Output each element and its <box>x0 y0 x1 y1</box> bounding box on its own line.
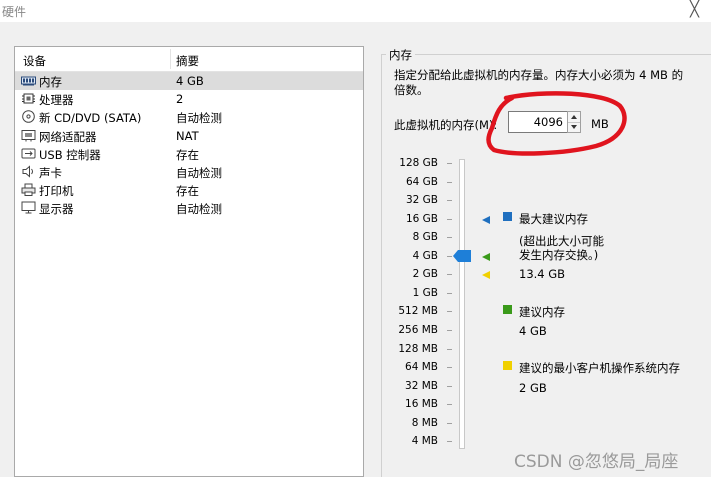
min-guest-value: 2 GB <box>519 381 547 395</box>
recommended-label: 建议内存 <box>519 305 565 319</box>
scale-tick <box>447 163 452 164</box>
scale-label: 512 MB <box>398 305 438 317</box>
scale-tick <box>447 311 452 312</box>
max-recommended-marker-icon <box>482 216 490 224</box>
recommended-swatch <box>503 305 512 314</box>
max-recommended-value: 13.4 GB <box>519 267 566 281</box>
memory-slider-track[interactable] <box>459 159 465 449</box>
scale-tick <box>447 237 452 238</box>
memory-input[interactable] <box>508 111 568 133</box>
spin-buttons <box>567 111 581 133</box>
scale-label: 32 MB <box>405 380 438 392</box>
spin-down-icon[interactable] <box>568 122 580 132</box>
device-name: 内存 <box>39 75 62 89</box>
memory-icon <box>21 76 36 86</box>
scale-label: 16 MB <box>405 398 438 410</box>
device-summary: 存在 <box>176 184 199 199</box>
scale-tick <box>447 367 452 368</box>
device-row-network-adapter[interactable]: 网络适配器 NAT <box>15 127 363 145</box>
scale-tick <box>447 330 452 331</box>
min-guest-marker-icon <box>482 271 490 279</box>
column-header-summary[interactable]: 摘要 <box>176 53 199 69</box>
device-name: 声卡 <box>39 165 62 180</box>
device-name: 打印机 <box>39 184 74 199</box>
scale-label: 128 MB <box>398 343 438 355</box>
printer-icon <box>21 183 36 197</box>
column-header-device[interactable]: 设备 <box>23 53 46 69</box>
scale-tick <box>447 349 452 350</box>
memory-group-title: 内存 <box>386 47 415 63</box>
scale-tick <box>447 182 452 183</box>
scale-label: 64 GB <box>405 176 438 188</box>
device-summary: 自动检测 <box>176 165 222 180</box>
memory-slider-thumb[interactable] <box>453 250 471 262</box>
watermark: CSDN @忽悠局_局座 <box>514 452 679 472</box>
device-list: 设备 摘要 内存 4 GB 处理器 2 新 CD/DVD (SATA) 自动检测 <box>14 46 364 477</box>
device-name: 处理器 <box>39 93 74 108</box>
window-title: 硬件 <box>2 5 27 19</box>
max-recommended-swatch <box>503 212 512 221</box>
cd-dvd-icon <box>22 110 35 124</box>
scale-tick <box>447 404 452 405</box>
scale-tick <box>447 256 452 257</box>
close-icon[interactable]: ╳ <box>690 0 699 18</box>
device-name: 网络适配器 <box>39 129 97 144</box>
max-recommended-note: 发生内存交换。) <box>519 248 599 262</box>
device-summary: NAT <box>176 128 199 143</box>
scale-label: 1 GB <box>412 287 438 299</box>
device-summary: 存在 <box>176 147 199 162</box>
scale-label: 4 GB <box>412 250 438 262</box>
memory-field-label: 此虚拟机的内存(M): <box>394 118 498 132</box>
device-name: 显示器 <box>39 202 74 217</box>
device-list-header: 设备 摘要 <box>15 47 363 72</box>
device-row-processor[interactable]: 处理器 2 <box>15 90 363 108</box>
column-separator[interactable] <box>170 49 171 69</box>
scale-label: 16 GB <box>405 213 438 225</box>
device-summary: 2 <box>176 92 184 107</box>
scale-tick <box>447 200 452 201</box>
min-guest-swatch <box>503 361 512 370</box>
device-row-printer[interactable]: 打印机 存在 <box>15 181 363 199</box>
scale-label: 256 MB <box>398 324 438 336</box>
title-bar: 硬件 ╳ <box>0 0 711 22</box>
device-row-display[interactable]: 显示器 自动检测 <box>15 199 363 217</box>
scale-label: 128 GB <box>399 157 438 169</box>
device-row-cd-dvd[interactable]: 新 CD/DVD (SATA) 自动检测 <box>15 108 363 126</box>
device-name: 新 CD/DVD (SATA) <box>39 111 142 126</box>
scale-label: 8 MB <box>411 417 438 429</box>
display-icon <box>21 201 36 214</box>
device-row-sound-card[interactable]: 声卡 自动检测 <box>15 163 363 181</box>
scale-label: 32 GB <box>405 194 438 206</box>
recommended-marker-icon <box>482 253 490 261</box>
scale-tick <box>447 219 452 220</box>
device-summary: 4 GB <box>176 74 204 88</box>
scale-tick <box>447 386 452 387</box>
processor-icon <box>22 93 35 104</box>
scale-tick <box>447 274 452 275</box>
memory-description: 指定分配给此虚拟机的内存量。内存大小必须为 4 MB 的倍数。 <box>394 68 684 97</box>
min-guest-label: 建议的最小客户机操作系统内存 <box>519 361 680 375</box>
scale-label: 4 MB <box>411 435 438 447</box>
scale-tick <box>447 423 452 424</box>
device-row-usb-controller[interactable]: USB 控制器 存在 <box>15 145 363 163</box>
device-summary: 自动检测 <box>176 111 222 126</box>
device-summary: 自动检测 <box>176 202 222 217</box>
memory-spinbox <box>508 111 582 133</box>
sound-card-icon <box>22 165 33 178</box>
scale-label: 64 MB <box>405 361 438 373</box>
device-name: USB 控制器 <box>39 147 101 162</box>
memory-unit: MB <box>591 117 609 131</box>
network-adapter-icon <box>21 129 36 142</box>
usb-icon <box>21 148 36 159</box>
max-recommended-label: 最大建议内存 <box>519 212 588 226</box>
recommended-value: 4 GB <box>519 324 547 338</box>
device-row-memory[interactable]: 内存 4 GB <box>15 72 363 91</box>
scale-label: 2 GB <box>412 268 438 280</box>
scale-label: 8 GB <box>412 231 438 243</box>
scale-tick <box>447 441 452 442</box>
scale-tick <box>447 293 452 294</box>
